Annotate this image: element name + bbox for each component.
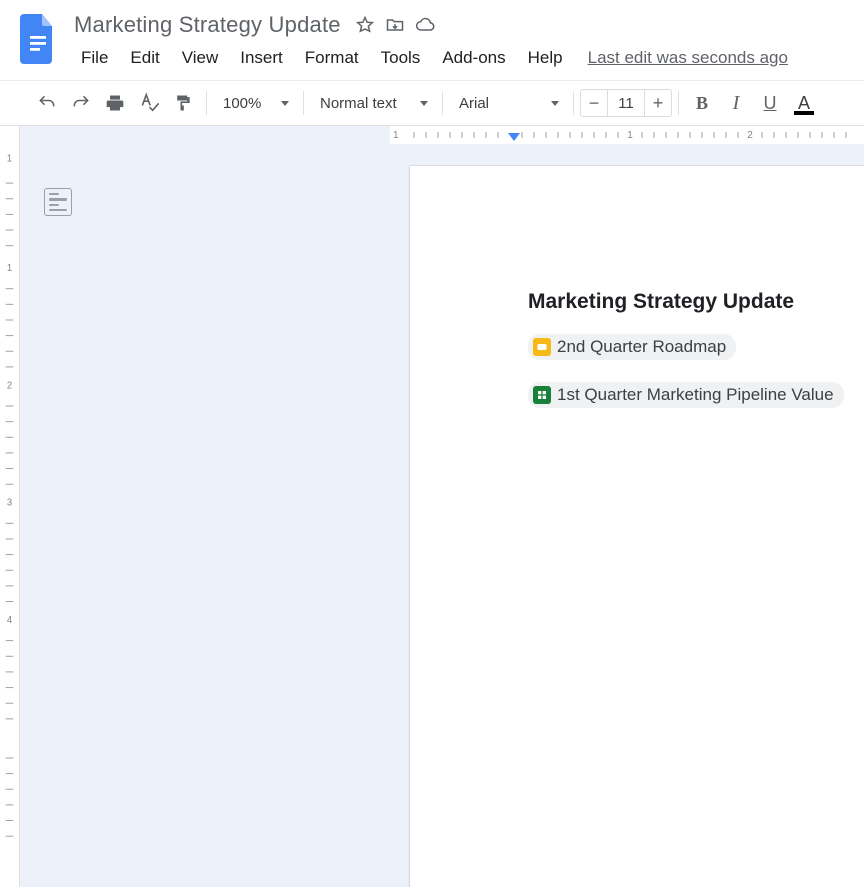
star-icon[interactable] — [355, 15, 375, 35]
smart-chip-label: 1st Quarter Marketing Pipeline Value — [557, 385, 834, 405]
spellcheck-button[interactable] — [132, 88, 166, 118]
smart-chip-label: 2nd Quarter Roadmap — [557, 337, 726, 357]
move-to-folder-icon[interactable] — [385, 15, 405, 35]
paint-format-button[interactable] — [166, 88, 200, 118]
svg-text:1: 1 — [627, 130, 633, 141]
redo-button[interactable] — [64, 88, 98, 118]
font-family-dropdown[interactable]: Arial — [449, 88, 567, 118]
show-outline-button[interactable] — [44, 188, 72, 216]
paragraph-style-value: Normal text — [320, 95, 406, 112]
svg-text:1: 1 — [7, 153, 12, 164]
svg-text:2: 2 — [7, 380, 12, 391]
underline-button[interactable]: U — [753, 88, 787, 118]
font-size-input[interactable] — [607, 90, 645, 116]
bold-button[interactable]: B — [685, 88, 719, 118]
zoom-value: 100% — [223, 95, 267, 112]
slides-icon — [533, 338, 551, 356]
horizontal-ruler[interactable]: 1 1 2 — [20, 126, 864, 144]
caret-down-icon — [551, 101, 559, 106]
menu-file[interactable]: File — [70, 44, 119, 72]
menu-bar: File Edit View Insert Format Tools Add-o… — [70, 42, 864, 74]
svg-text:2: 2 — [747, 130, 753, 141]
menu-format[interactable]: Format — [294, 44, 370, 72]
menu-edit[interactable]: Edit — [119, 44, 170, 72]
svg-text:3: 3 — [7, 498, 12, 509]
menu-help[interactable]: Help — [517, 44, 574, 72]
docs-logo-icon[interactable] — [18, 12, 58, 64]
print-button[interactable] — [98, 88, 132, 118]
vertical-ruler[interactable]: 1 1 2 3 4 — [0, 144, 20, 887]
caret-down-icon — [420, 101, 428, 106]
menu-addons[interactable]: Add-ons — [431, 44, 516, 72]
svg-text:1: 1 — [7, 263, 12, 274]
smart-chip-slides[interactable]: 2nd Quarter Roadmap — [528, 334, 736, 360]
decrease-font-size-button[interactable]: − — [581, 93, 607, 114]
increase-font-size-button[interactable]: + — [645, 93, 671, 114]
paragraph-style-dropdown[interactable]: Normal text — [310, 88, 436, 118]
zoom-dropdown[interactable]: 100% — [213, 88, 297, 118]
undo-button[interactable] — [30, 88, 64, 118]
sheets-icon — [533, 386, 551, 404]
smart-chip-sheets[interactable]: 1st Quarter Marketing Pipeline Value — [528, 382, 844, 408]
svg-text:1: 1 — [393, 130, 399, 141]
indent-marker-icon[interactable] — [508, 133, 520, 141]
menu-tools[interactable]: Tools — [370, 44, 432, 72]
document-page[interactable]: Marketing Strategy Update 2nd Quarter Ro… — [410, 166, 864, 887]
font-size-group: − + — [580, 89, 672, 117]
italic-button[interactable]: I — [719, 88, 753, 118]
cloud-saved-icon[interactable] — [415, 15, 435, 35]
menu-insert[interactable]: Insert — [229, 44, 294, 72]
svg-text:4: 4 — [7, 615, 13, 626]
menu-view[interactable]: View — [171, 44, 230, 72]
document-heading: Marketing Strategy Update — [528, 290, 864, 314]
caret-down-icon — [281, 101, 289, 106]
last-edit-link[interactable]: Last edit was seconds ago — [588, 48, 788, 68]
doc-title[interactable]: Marketing Strategy Update — [70, 10, 345, 40]
font-family-value: Arial — [459, 95, 537, 112]
text-color-button[interactable]: A — [787, 88, 821, 118]
